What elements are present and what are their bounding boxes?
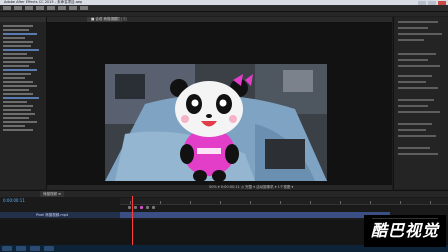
timeline-tool-icon[interactable]: [140, 206, 143, 209]
taskbar-app[interactable]: [44, 246, 54, 251]
project-item[interactable]: [3, 61, 35, 63]
timeline-timecode[interactable]: 0:00:00:11: [3, 198, 25, 203]
project-panel: [0, 17, 47, 189]
watermark-logo: 酷巴视觉: [364, 215, 446, 247]
layer-track-bar[interactable]: [120, 212, 390, 218]
project-item[interactable]: [3, 65, 29, 67]
taskbar-app[interactable]: [30, 246, 40, 251]
project-item[interactable]: [3, 45, 31, 47]
menu-item[interactable]: [3, 6, 11, 10]
project-item[interactable]: [3, 117, 29, 119]
project-item[interactable]: [3, 85, 37, 87]
project-item[interactable]: [3, 89, 29, 91]
project-item[interactable]: [3, 33, 37, 35]
project-item[interactable]: [3, 113, 35, 115]
video-frame: [105, 64, 327, 181]
timeline-tool-icon[interactable]: [146, 206, 149, 209]
panel-row[interactable]: [398, 39, 424, 41]
menu-item[interactable]: [14, 6, 22, 10]
project-item[interactable]: [3, 69, 37, 71]
timeline-tab-bar: 熊猫视频 ≡: [0, 190, 448, 197]
project-item[interactable]: [3, 37, 25, 39]
panel-row[interactable]: [398, 111, 440, 113]
project-item[interactable]: [3, 109, 31, 111]
panel-row[interactable]: [398, 27, 428, 29]
project-item[interactable]: [3, 53, 27, 55]
project-item[interactable]: [3, 105, 33, 107]
panel-row[interactable]: [398, 87, 438, 89]
panel-row[interactable]: [398, 33, 442, 35]
toolbar: [0, 12, 448, 16]
playhead[interactable]: [132, 196, 133, 252]
panel-row[interactable]: [398, 99, 434, 101]
project-item[interactable]: [3, 125, 25, 127]
project-item[interactable]: [3, 93, 33, 95]
tab-layer[interactable]: 图层 (无): [109, 17, 131, 22]
panel-row[interactable]: [398, 59, 428, 61]
project-item[interactable]: [3, 77, 25, 79]
composition-viewer[interactable]: ■ 合成 熊猫视频 图层 (无): [47, 17, 392, 185]
tab-timeline[interactable]: 熊猫视频 ≡: [40, 191, 65, 197]
right-panel: [393, 17, 448, 189]
project-item[interactable]: [3, 121, 37, 123]
menu-item[interactable]: [69, 6, 77, 10]
panel-row[interactable]: [398, 21, 438, 23]
project-item[interactable]: [3, 57, 33, 59]
time-ruler[interactable]: [120, 198, 448, 205]
panel-row[interactable]: [398, 81, 426, 83]
timeline-tool-icon[interactable]: [134, 206, 137, 209]
menu-item[interactable]: [47, 6, 55, 10]
panel-row[interactable]: [398, 75, 432, 77]
menu-item[interactable]: [80, 6, 88, 10]
panel-row[interactable]: [398, 147, 430, 149]
project-item[interactable]: [3, 73, 31, 75]
close-button[interactable]: [438, 0, 446, 5]
panda-plush-image: [105, 64, 327, 181]
project-item[interactable]: [3, 49, 39, 51]
timeline-tool-icon[interactable]: [152, 206, 155, 209]
project-item[interactable]: [3, 101, 27, 103]
composition-tab-bar: ■ 合成 熊猫视频 图层 (无): [47, 17, 392, 22]
panel-row[interactable]: [398, 53, 436, 55]
panel-row[interactable]: [398, 65, 440, 67]
menu-item[interactable]: [58, 6, 66, 10]
panel-row[interactable]: [398, 105, 428, 107]
panel-row[interactable]: [398, 135, 436, 137]
panel-row[interactable]: [398, 129, 426, 131]
timeline-layer-row[interactable]: Pixel 熊猫视频.mp4: [0, 212, 120, 218]
panel-row[interactable]: [398, 123, 432, 125]
project-item[interactable]: [3, 25, 33, 27]
menu-item[interactable]: [25, 6, 33, 10]
project-item[interactable]: [3, 129, 33, 131]
project-panel-header: [0, 17, 46, 22]
project-item[interactable]: [3, 97, 39, 99]
panel-row[interactable]: [398, 153, 438, 155]
project-item[interactable]: [3, 81, 33, 83]
project-item[interactable]: [3, 29, 29, 31]
project-item[interactable]: [3, 41, 33, 43]
menu-bar: [0, 5, 448, 12]
start-button[interactable]: [2, 246, 12, 251]
layer-name: Pixel 熊猫视频.mp4: [36, 213, 69, 217]
maximize-button[interactable]: [428, 0, 436, 5]
timeline-tool-icon[interactable]: [128, 206, 131, 209]
taskbar-app[interactable]: [16, 246, 26, 251]
menu-item[interactable]: [36, 6, 44, 10]
minimize-button[interactable]: [418, 0, 426, 5]
